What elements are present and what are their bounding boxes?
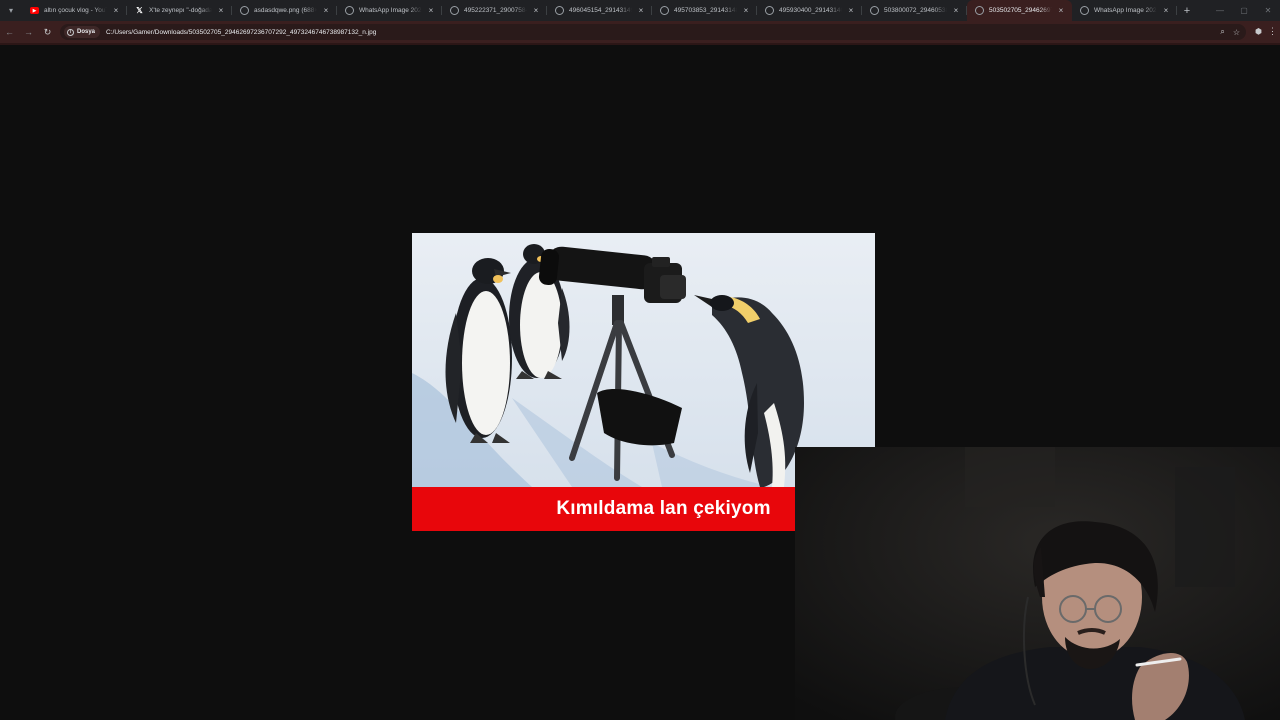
tab-close-icon[interactable]: × bbox=[1161, 6, 1171, 15]
back-arrow-icon[interactable]: ← bbox=[0, 21, 19, 43]
tab-close-icon[interactable]: × bbox=[111, 6, 121, 15]
browser-tab[interactable]: ▶ altın çocuk vlog - YouTube × bbox=[22, 0, 127, 21]
window-controls: — ▢ ✕ bbox=[1208, 0, 1280, 21]
browser-tab[interactable]: 496045154_2914314911 × bbox=[547, 0, 652, 21]
site-info-chip[interactable]: i Dosya bbox=[64, 26, 101, 38]
tab-title: WhatsApp Image 2026-0 bbox=[1094, 7, 1157, 14]
browser-tab[interactable]: 495703853_2914314897 × bbox=[652, 0, 757, 21]
tab-title: 495930400_2914314070 bbox=[779, 7, 842, 14]
tab-close-icon[interactable]: × bbox=[321, 6, 331, 15]
tab-title: altın çocuk vlog - YouTube bbox=[44, 7, 107, 14]
browser-tab[interactable]: WhatsApp Image 2026-0 × bbox=[1072, 0, 1177, 21]
globe-icon bbox=[450, 6, 459, 15]
browser-tab[interactable]: 495222371_2900758418 × bbox=[442, 0, 547, 21]
tab-search-chevron-icon[interactable]: ▾ bbox=[0, 0, 22, 21]
wall-panel bbox=[965, 447, 1055, 507]
maximize-icon[interactable]: ▢ bbox=[1232, 6, 1256, 15]
x-icon: 𝕏 bbox=[136, 6, 143, 15]
tab-close-icon[interactable]: × bbox=[636, 6, 646, 15]
tab-strip: ▾ ▶ altın çocuk vlog - YouTube × 𝕏 X'te zeyn… bbox=[0, 0, 1280, 21]
forward-arrow-icon[interactable]: → bbox=[19, 21, 38, 43]
browser-tab[interactable]: WhatsApp Image 2026-0 × bbox=[337, 0, 442, 21]
browser-tab[interactable]: 503800072_2946053899 × bbox=[862, 0, 967, 21]
globe-icon bbox=[555, 6, 564, 15]
extensions-icon[interactable]: ⬢ bbox=[1255, 27, 1264, 36]
meme-caption: Kımıldama lan çekiyom bbox=[556, 498, 771, 519]
tab-close-icon[interactable]: × bbox=[1056, 6, 1066, 15]
globe-icon bbox=[345, 6, 354, 15]
browser-toolbar: ← → ↻ i Dosya C:/Users/Gamer/Downloads/5… bbox=[0, 21, 1280, 43]
tab-title: WhatsApp Image 2026-0 bbox=[359, 7, 422, 14]
browser-menu-icon[interactable]: ⋮ bbox=[1268, 26, 1277, 37]
address-bar-actions: ⌕ ☆ bbox=[1220, 24, 1240, 40]
globe-icon bbox=[975, 6, 984, 15]
tab-title: 496045154_2914314911 bbox=[569, 7, 632, 14]
globe-icon bbox=[240, 6, 249, 15]
tab-title: X'te zeynepı "-doğada bu bbox=[149, 7, 212, 14]
tab-close-icon[interactable]: × bbox=[426, 6, 436, 15]
zoom-icon[interactable]: ⌕ bbox=[1220, 27, 1224, 37]
webcam-overlay bbox=[795, 447, 1280, 720]
tab-title: asdasdqwe.png (688×920) bbox=[254, 7, 317, 14]
info-icon: i bbox=[67, 28, 74, 36]
tab-close-icon[interactable]: × bbox=[951, 6, 961, 15]
tab-title: 503800072_2946053899 bbox=[884, 7, 947, 14]
tab-title: 495703853_2914314897 bbox=[674, 7, 737, 14]
url-text[interactable]: C:/Users/Gamer/Downloads/503502705_29462… bbox=[106, 29, 376, 36]
browser-tab[interactable]: 495930400_2914314070 × bbox=[757, 0, 862, 21]
youtube-icon: ▶ bbox=[30, 7, 39, 14]
site-chip-label: Dosya bbox=[77, 29, 96, 35]
tab-title: 495222371_2900758418 bbox=[464, 7, 527, 14]
tab-list: ▶ altın çocuk vlog - YouTube × 𝕏 X'te zeynep… bbox=[22, 0, 1177, 21]
browser-tab[interactable]: 𝕏 X'te zeynepı "-doğada bu × bbox=[127, 0, 232, 21]
address-bar[interactable]: i Dosya C:/Users/Gamer/Downloads/5035027… bbox=[60, 24, 1246, 40]
shelf bbox=[1175, 467, 1235, 587]
reload-icon[interactable]: ↻ bbox=[38, 21, 57, 43]
new-tab-button[interactable]: + bbox=[1177, 0, 1197, 21]
tab-close-icon[interactable]: × bbox=[846, 6, 856, 15]
tab-close-icon[interactable]: × bbox=[531, 6, 541, 15]
globe-icon bbox=[660, 6, 669, 15]
bookmark-star-icon[interactable]: ☆ bbox=[1233, 28, 1240, 37]
globe-icon bbox=[765, 6, 774, 15]
minimize-icon[interactable]: — bbox=[1208, 6, 1232, 15]
browser-tab[interactable]: asdasdqwe.png (688×920) × bbox=[232, 0, 337, 21]
globe-icon bbox=[870, 6, 879, 15]
tab-close-icon[interactable]: × bbox=[216, 6, 226, 15]
browser-tab[interactable]: 503502705_2946269723 × bbox=[967, 0, 1072, 21]
close-window-icon[interactable]: ✕ bbox=[1256, 6, 1280, 15]
globe-icon bbox=[1080, 6, 1089, 15]
webcam-feed bbox=[795, 447, 1280, 720]
tab-close-icon[interactable]: × bbox=[741, 6, 751, 15]
tab-title: 503502705_2946269723 bbox=[989, 7, 1052, 14]
